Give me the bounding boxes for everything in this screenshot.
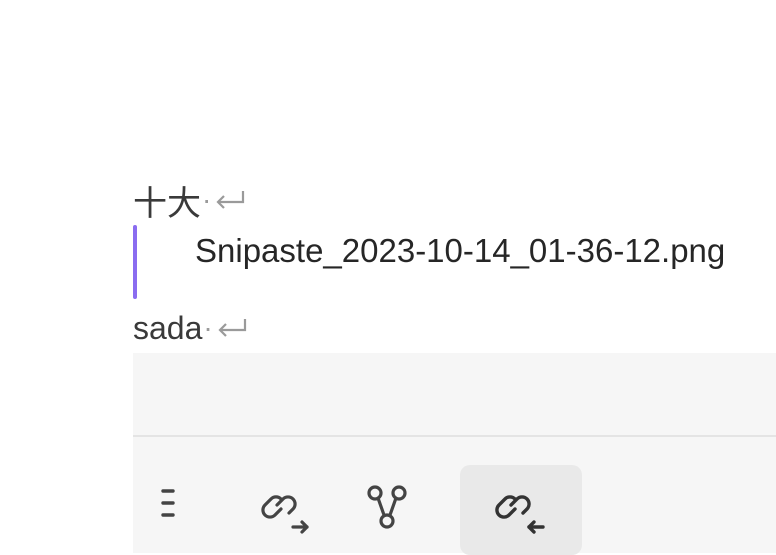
line-end-marks: · (201, 184, 247, 216)
editor-line-2[interactable]: sada · (133, 306, 249, 350)
outgoing-links-icon (261, 495, 309, 534)
paragraph-return-icon (218, 319, 246, 337)
line-text: 十大 (133, 184, 201, 223)
local-graph-icon (367, 485, 407, 529)
list-icon (161, 489, 175, 517)
paragraph-return-icon (216, 191, 245, 209)
tab-local-graph[interactable] (326, 465, 448, 555)
space-marker: · (203, 312, 213, 343)
backlinks-icon (495, 495, 545, 534)
line-text: sada (133, 309, 203, 346)
editor-line-1[interactable]: 十大 · (133, 178, 247, 223)
tab-outline[interactable] (81, 465, 203, 555)
panel-divider (133, 435, 776, 437)
image-embed[interactable]: Snipaste_2023-10-14_01-36-12.png (133, 225, 776, 299)
embed-accent-bar (133, 225, 137, 299)
space-marker: · (202, 184, 212, 215)
tab-backlinks[interactable] (460, 465, 582, 555)
line-end-marks: · (202, 312, 248, 344)
side-panel (133, 353, 776, 555)
embed-filename[interactable]: Snipaste_2023-10-14_01-36-12.png (195, 232, 725, 270)
